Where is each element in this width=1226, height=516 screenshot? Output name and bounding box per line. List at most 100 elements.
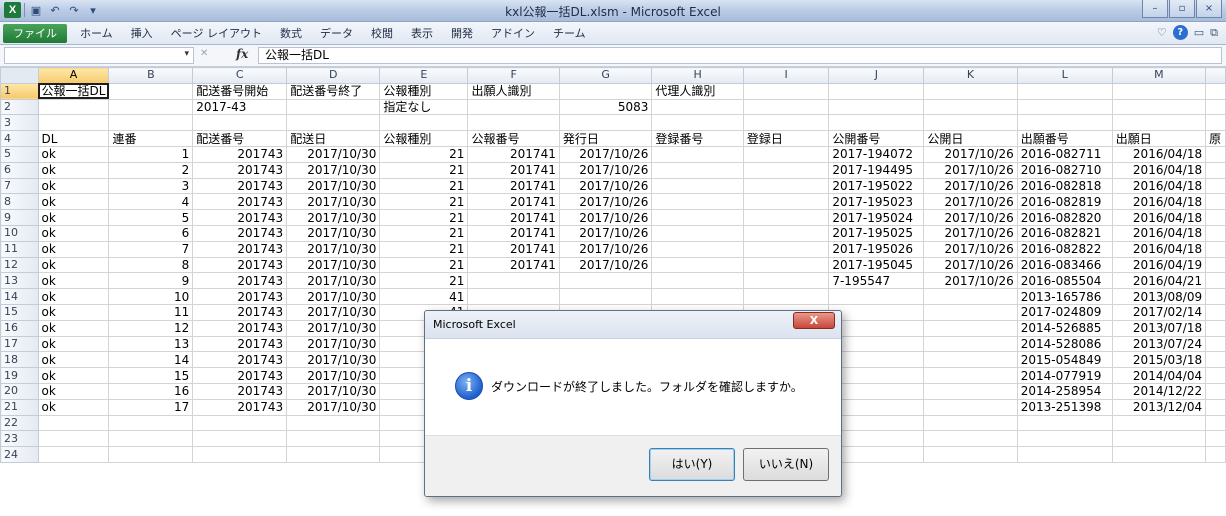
cell[interactable]: 201743 xyxy=(192,177,288,195)
cell[interactable]: 2016/04/18 xyxy=(1111,224,1207,242)
cell[interactable] xyxy=(1205,446,1226,463)
cell[interactable]: 原 xyxy=(1205,130,1226,147)
cell[interactable]: 2014/12/22 xyxy=(1111,382,1207,400)
cell[interactable] xyxy=(651,256,744,274)
cell[interactable]: 2014-258954 xyxy=(1016,382,1113,400)
cell[interactable]: 2017-43 xyxy=(192,98,288,116)
cell[interactable] xyxy=(37,446,110,463)
cell[interactable] xyxy=(558,114,653,132)
cell[interactable]: 2017/02/14 xyxy=(1111,303,1207,321)
cell[interactable]: 代理人識別 xyxy=(651,82,744,100)
row-header[interactable]: 4 xyxy=(0,130,39,147)
row-header[interactable]: 10 xyxy=(0,224,39,242)
cell[interactable] xyxy=(286,446,381,463)
cell[interactable]: 5083 xyxy=(558,98,653,116)
ribbon-tab[interactable]: 表示 xyxy=(402,24,442,43)
cell[interactable]: 15 xyxy=(108,367,194,384)
cell[interactable]: 2017-195045 xyxy=(828,256,925,274)
no-button[interactable]: いいえ(N) xyxy=(743,448,829,481)
cell[interactable] xyxy=(651,209,744,226)
cell[interactable] xyxy=(1205,145,1226,163)
cell[interactable]: ok xyxy=(37,224,110,242)
cell[interactable] xyxy=(108,446,194,463)
cell[interactable] xyxy=(1205,82,1226,100)
cell[interactable] xyxy=(1016,414,1113,432)
cell[interactable] xyxy=(651,145,744,163)
tab-file[interactable]: ファイル xyxy=(3,24,67,43)
cell[interactable] xyxy=(37,430,110,448)
cell[interactable] xyxy=(651,161,744,179)
cell[interactable]: 201741 xyxy=(467,240,560,258)
cell[interactable] xyxy=(923,398,1018,416)
row-header[interactable]: 21 xyxy=(0,398,39,416)
cell[interactable] xyxy=(1111,446,1207,463)
column-header[interactable]: I xyxy=(742,67,830,84)
cell[interactable]: 2016-083466 xyxy=(1016,256,1113,274)
cell[interactable]: ok xyxy=(37,303,110,321)
cell[interactable] xyxy=(742,193,830,211)
row-header[interactable]: 17 xyxy=(0,335,39,353)
column-header[interactable]: F xyxy=(467,67,560,84)
cell[interactable] xyxy=(1205,209,1226,226)
cell[interactable] xyxy=(828,335,925,353)
cell[interactable]: 21 xyxy=(379,177,469,195)
cell[interactable] xyxy=(742,288,830,305)
cell[interactable]: 2016-082819 xyxy=(1016,193,1113,211)
column-header[interactable]: H xyxy=(651,67,744,84)
cell[interactable]: ok xyxy=(37,240,110,258)
cell[interactable]: 2017/10/30 xyxy=(286,367,381,384)
cell[interactable]: 2017/10/26 xyxy=(558,224,653,242)
cell[interactable]: 公報一括DL xyxy=(37,82,110,100)
cell[interactable] xyxy=(923,82,1018,100)
cell[interactable]: 2016-082711 xyxy=(1016,145,1113,163)
cell[interactable]: 21 xyxy=(379,272,469,290)
cell[interactable]: 7 xyxy=(108,240,194,258)
cell[interactable]: 2017/10/30 xyxy=(286,288,381,305)
cell[interactable]: ok xyxy=(37,193,110,211)
cell[interactable]: 201741 xyxy=(467,224,560,242)
cell[interactable]: 2017/10/30 xyxy=(286,145,381,163)
cell[interactable]: 2016/04/18 xyxy=(1111,145,1207,163)
cell[interactable]: 発行日 xyxy=(558,130,653,147)
name-box[interactable]: ▾ xyxy=(4,47,194,64)
cell[interactable] xyxy=(742,177,830,195)
cell[interactable] xyxy=(828,98,925,116)
row-header[interactable]: 18 xyxy=(0,351,39,369)
cell[interactable]: 2017/10/26 xyxy=(558,193,653,211)
cell[interactable]: 1 xyxy=(108,145,194,163)
cell[interactable] xyxy=(1205,256,1226,274)
cell[interactable]: 201743 xyxy=(192,398,288,416)
cell[interactable] xyxy=(828,114,925,132)
cell[interactable]: 201743 xyxy=(192,256,288,274)
cell[interactable]: 2016-085504 xyxy=(1016,272,1113,290)
cell[interactable]: 2017/10/30 xyxy=(286,272,381,290)
cell[interactable] xyxy=(828,398,925,416)
cell[interactable]: 2016/04/18 xyxy=(1111,193,1207,211)
cell[interactable]: 2017-195022 xyxy=(828,177,925,195)
cell[interactable]: 2016-082822 xyxy=(1016,240,1113,258)
cell[interactable]: 2017/10/26 xyxy=(923,193,1018,211)
cell[interactable]: 配送番号開始 xyxy=(192,82,288,100)
cell[interactable]: 2017/10/30 xyxy=(286,209,381,226)
cell[interactable]: 2017/10/30 xyxy=(286,177,381,195)
row-header[interactable]: 5 xyxy=(0,145,39,163)
cancel-icon[interactable]: ✕ xyxy=(200,48,208,59)
cell[interactable]: 201743 xyxy=(192,335,288,353)
row-header[interactable]: 1 xyxy=(0,82,39,100)
cell[interactable]: 2017-194495 xyxy=(828,161,925,179)
column-header[interactable]: B xyxy=(108,67,194,84)
ribbon-tab[interactable]: チーム xyxy=(544,24,595,43)
cell[interactable] xyxy=(1205,240,1226,258)
cell[interactable] xyxy=(742,114,830,132)
cell[interactable]: 201743 xyxy=(192,272,288,290)
cell[interactable]: 2017/10/30 xyxy=(286,319,381,337)
cell[interactable]: 21 xyxy=(379,209,469,226)
cell[interactable] xyxy=(651,193,744,211)
ribbon-tab[interactable]: 開発 xyxy=(442,24,482,43)
formula-input[interactable]: 公報一括DL xyxy=(258,47,1222,64)
cell[interactable] xyxy=(923,335,1018,353)
cell[interactable] xyxy=(37,98,110,116)
cell[interactable] xyxy=(108,414,194,432)
heart-icon[interactable]: ♡ xyxy=(1157,26,1167,39)
cell[interactable]: ok xyxy=(37,335,110,353)
